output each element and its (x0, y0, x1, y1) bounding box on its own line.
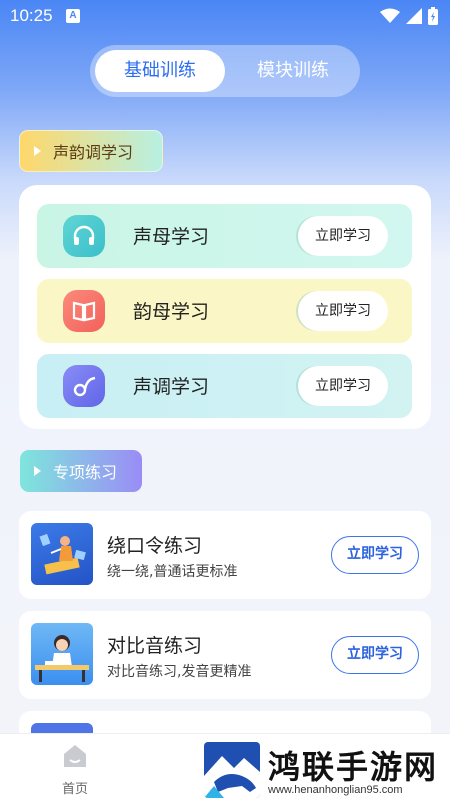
practice-card-contrast-sounds[interactable]: 对比音练习 对比音练习,发音更精准 立即学习 (19, 611, 431, 699)
row-label: 韵母学习 (133, 301, 210, 323)
home-icon (64, 745, 86, 767)
practice-subtitle: 绕一绕,普通话更标准 (107, 564, 238, 580)
start-learning-button[interactable]: 立即学习 (298, 216, 388, 256)
start-learning-button[interactable]: 立即学习 (298, 366, 388, 406)
play-triangle-icon (34, 466, 41, 476)
signal-icon (406, 8, 422, 24)
watermark-logo-icon (204, 742, 260, 798)
start-learning-button[interactable]: 立即学习 (298, 291, 388, 331)
watermark-title: 鸿联手游网 (268, 748, 439, 786)
wifi-icon (380, 8, 400, 23)
music-note-icon (63, 365, 105, 407)
notification-icon: A (66, 9, 80, 23)
status-bar: 10:25 A (0, 0, 450, 32)
practice-subtitle: 对比音练习,发音更精准 (107, 664, 252, 680)
book-icon (63, 290, 105, 332)
phonetic-row-finals[interactable]: 韵母学习 立即学习 (37, 279, 412, 343)
practice-title: 绕口令练习 (107, 535, 203, 557)
watermark-url: www.henanhonglian95.com (268, 784, 403, 796)
play-triangle-icon (34, 146, 41, 156)
phonetic-row-initials[interactable]: 声母学习 立即学习 (37, 204, 412, 268)
row-label: 声调学习 (133, 376, 210, 398)
start-learning-button[interactable]: 立即学习 (331, 536, 419, 574)
status-indicators (380, 7, 438, 25)
start-learning-button[interactable]: 立即学习 (331, 636, 419, 674)
row-label: 声母学习 (133, 226, 210, 248)
section-header-practice: 专项练习 (20, 450, 142, 492)
phonetic-row-tones[interactable]: 声调学习 立即学习 (37, 354, 412, 418)
section-title-practice: 专项练习 (53, 463, 118, 482)
nav-home[interactable]: 首页 (50, 742, 100, 797)
practice-title: 对比音练习 (107, 635, 203, 657)
status-time: 10:25 (10, 6, 53, 25)
watermark: 鸿联手游网 www.henanhonglian95.com (202, 742, 450, 801)
contrast-sounds-thumbnail (31, 623, 93, 685)
tab-basic-training[interactable]: 基础训练 (95, 50, 225, 92)
practice-card-tongue-twister[interactable]: 绕口令练习 绕一绕,普通话更标准 立即学习 (19, 511, 431, 599)
section-title-phonetics: 声韵调学习 (53, 143, 134, 162)
headphones-icon (63, 215, 105, 257)
section-header-phonetics: 声韵调学习 (19, 130, 163, 172)
battery-icon (428, 7, 438, 25)
tongue-twister-thumbnail (31, 523, 93, 585)
training-tabs: 基础训练 模块训练 (90, 45, 360, 97)
phonetics-card: 声母学习 立即学习 韵母学习 立即学习 声调学习 立即学习 (19, 185, 431, 429)
tab-module-training[interactable]: 模块训练 (228, 50, 358, 92)
nav-home-label: 首页 (61, 782, 88, 797)
